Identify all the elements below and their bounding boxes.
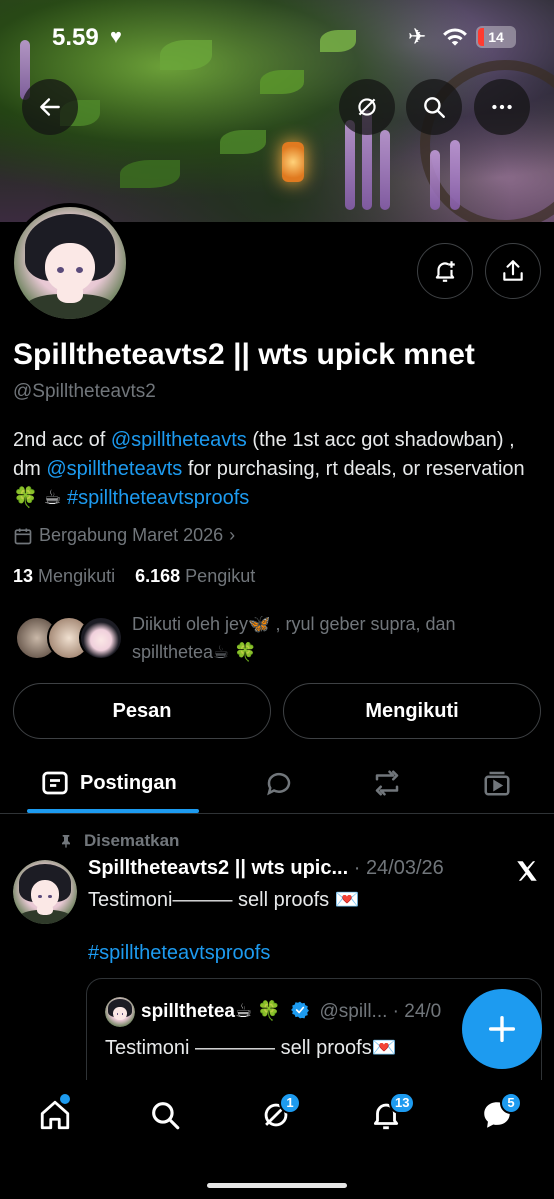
share-button[interactable] xyxy=(485,243,541,299)
nav-grok[interactable]: 1 xyxy=(259,1092,301,1138)
notification-subscribe-button[interactable] xyxy=(417,243,473,299)
grok-button[interactable] xyxy=(339,79,395,135)
joined-label: Bergabung Maret 2026 xyxy=(39,525,224,545)
followed-by-text[interactable]: Diikuti oleh jey🦋 , ryul geber supra, da… xyxy=(132,610,532,666)
compose-post-button[interactable] xyxy=(462,989,542,1069)
profile-name: Spilltheteavts2 || wts upick mnet xyxy=(13,338,475,371)
airplane-icon: ✈ xyxy=(408,24,427,49)
grok-badge: 1 xyxy=(279,1092,301,1114)
post-author-avatar[interactable] xyxy=(13,860,77,924)
followers-count: 6.168 xyxy=(135,566,181,586)
nav-notifications[interactable]: 13 xyxy=(369,1092,416,1138)
search-icon xyxy=(424,97,445,118)
verified-badge-icon xyxy=(291,1001,310,1019)
profile-bio: 2nd acc of @spilltheteavts (the 1st acc … xyxy=(13,426,533,513)
quote-author-avatar xyxy=(105,997,135,1027)
following-label: Mengikuti xyxy=(38,566,116,586)
pinned-label: Disematkan xyxy=(58,831,179,851)
more-icon xyxy=(492,104,512,110)
calendar-icon xyxy=(14,528,32,544)
joined-date[interactable]: Bergabung Maret 2026 › xyxy=(13,525,235,546)
follow-stats: 13 Mengikuti 6.168 Pengikut xyxy=(13,566,255,587)
bell-plus-icon xyxy=(435,261,455,282)
bottom-navigation: 1 13 5 xyxy=(0,1080,554,1199)
wifi-icon xyxy=(443,28,467,46)
post-author-name: Spilltheteavts2 || wts upic... xyxy=(88,857,349,879)
grok-icon xyxy=(358,98,376,116)
pin-icon xyxy=(62,835,70,848)
tab-media[interactable] xyxy=(482,752,512,814)
status-bar: 5.59 ♥ ✈ 14 xyxy=(0,20,554,56)
more-button[interactable] xyxy=(474,79,530,135)
post-date: · 24/03/26 xyxy=(353,857,444,879)
repost-icon xyxy=(375,770,399,796)
x-logo-icon xyxy=(517,861,537,881)
profile-tabs: Postingan xyxy=(0,752,554,814)
quote-header: spillthetea☕ 🍀 @spill... · 24/0 xyxy=(141,999,441,1023)
avatar xyxy=(79,616,123,660)
search-icon xyxy=(152,1102,180,1130)
bio-hashtag-link[interactable]: #spilltheteavtsproofs xyxy=(67,487,249,509)
followers-link[interactable]: 6.168 Pengikut xyxy=(135,566,255,586)
plus-icon xyxy=(488,1015,516,1043)
post-header[interactable]: Spilltheteavts2 || wts upic... · 24/03/2… xyxy=(88,857,444,880)
nav-home[interactable] xyxy=(38,1094,78,1138)
bio-text: 2nd acc of xyxy=(13,429,111,451)
back-button[interactable] xyxy=(22,79,78,135)
heart-icon: ♥ xyxy=(110,26,122,48)
bio-mention-link[interactable]: @spilltheteavts xyxy=(46,458,182,480)
nav-messages[interactable]: 5 xyxy=(480,1092,522,1138)
following-link[interactable]: 13 Mengikuti xyxy=(13,566,115,586)
following-button[interactable]: Mengikuti xyxy=(283,683,541,739)
following-count: 13 xyxy=(13,566,34,586)
reply-icon xyxy=(267,772,291,796)
tab-replies[interactable] xyxy=(264,752,294,814)
status-time: 5.59 xyxy=(52,24,99,51)
post-date-value: 24/03/26 xyxy=(365,857,444,879)
quote-author-name: spillthetea☕ 🍀 xyxy=(141,1001,281,1022)
chevron-right-icon: › xyxy=(229,525,236,545)
posts-icon xyxy=(42,771,68,795)
notifications-badge: 13 xyxy=(389,1092,416,1114)
lantern-decor xyxy=(282,142,304,182)
battery-indicator: 14 xyxy=(476,26,516,48)
post-hashtag-link[interactable]: #spilltheteavtsproofs xyxy=(88,942,270,965)
quote-handle: @spill... xyxy=(319,1001,388,1022)
share-icon xyxy=(503,260,523,281)
search-button[interactable] xyxy=(406,79,462,135)
tab-posts[interactable]: Postingan xyxy=(40,752,177,814)
home-indicator xyxy=(207,1183,347,1188)
tab-active-indicator xyxy=(27,809,199,813)
messages-badge: 5 xyxy=(500,1092,522,1114)
tab-posts-label: Postingan xyxy=(80,771,177,794)
home-unread-dot xyxy=(60,1094,70,1104)
post-text: Testimoni——— sell proofs 💌 xyxy=(88,889,360,911)
followers-label: Pengikut xyxy=(185,566,256,586)
nav-search[interactable] xyxy=(148,1098,188,1138)
mutual-followers-avatars[interactable] xyxy=(15,616,125,662)
profile-handle: @Spilltheteavts2 xyxy=(13,381,156,402)
arrow-left-icon xyxy=(40,98,60,116)
tab-reposts[interactable] xyxy=(372,752,402,814)
profile-avatar[interactable] xyxy=(10,203,130,323)
quote-text: Testimoni ———— sell proofs💌 xyxy=(105,1037,397,1059)
quote-date: · 24/0 xyxy=(392,1001,442,1022)
message-button[interactable]: Pesan xyxy=(13,683,271,739)
bio-mention-link[interactable]: @spilltheteavts xyxy=(111,429,247,451)
pinned-text: Disematkan xyxy=(84,831,180,850)
media-icon xyxy=(484,771,510,796)
